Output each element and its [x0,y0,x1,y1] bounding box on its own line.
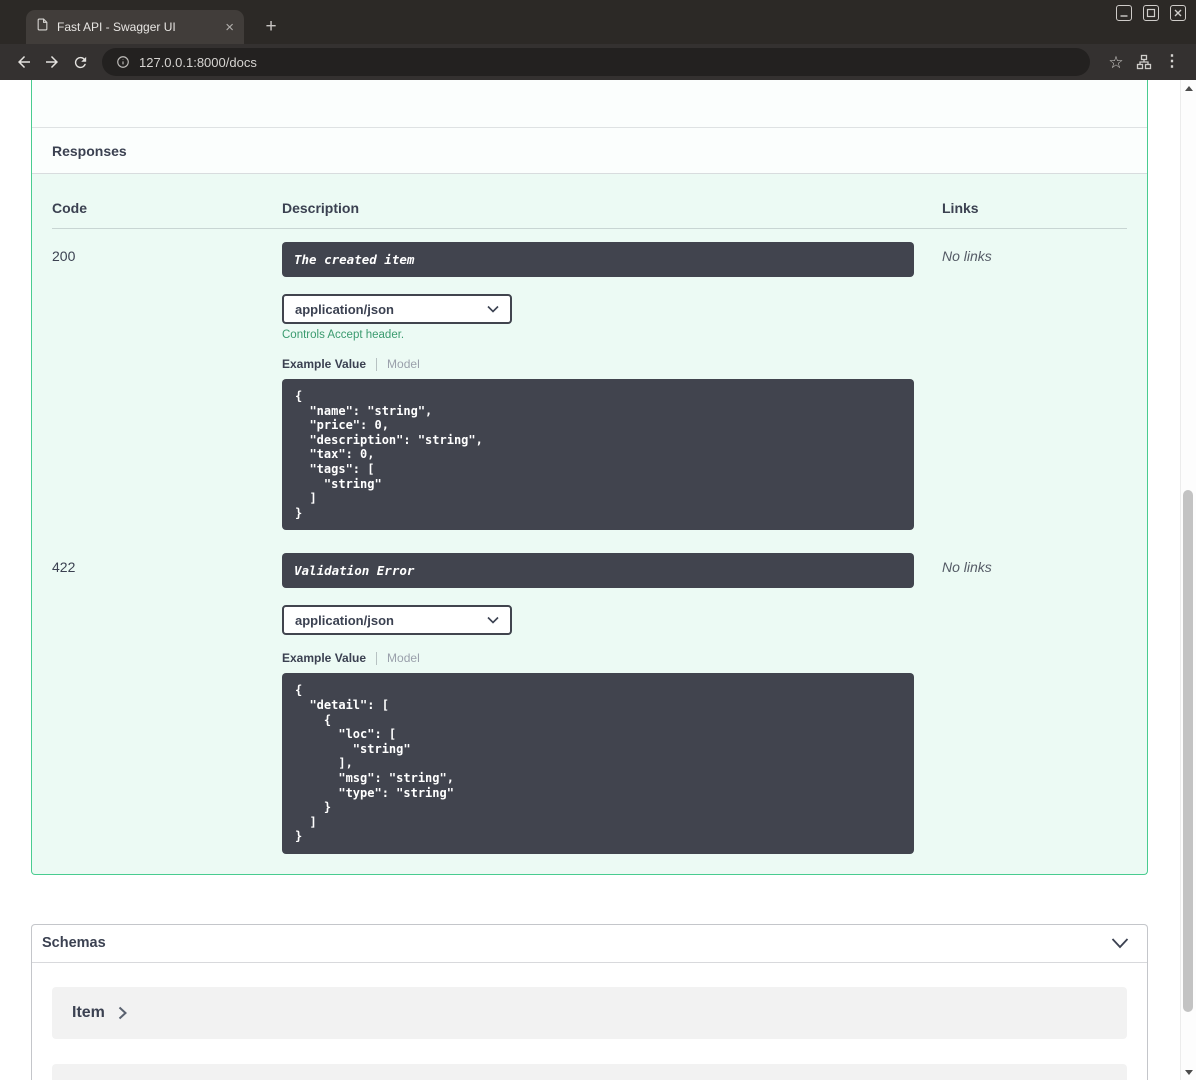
close-button[interactable] [1170,5,1186,21]
tab-example-value[interactable]: Example Value [282,651,366,665]
scroll-down-button[interactable] [1181,1064,1196,1080]
reload-icon [74,56,86,68]
responses-table: Code Description Links 200 The created i… [32,174,1147,874]
url-text: 127.0.0.1:8000/docs [139,54,257,70]
back-icon [18,56,30,68]
arrow-up-icon [1184,85,1193,91]
response-links: No links [942,559,992,576]
forward-button[interactable] [38,48,66,76]
responses-title: Responses [52,142,127,159]
window-controls [1116,5,1186,21]
chevron-right-icon [118,1006,127,1020]
col-description: Description [282,200,360,216]
extensions-button[interactable] [1130,48,1158,76]
model-item[interactable]: Item [52,986,1127,1039]
response-code: 200 [52,248,76,264]
opblock-body-spacer [32,80,1147,128]
browser-tab[interactable]: Fast API - Swagger UI × [26,10,244,44]
media-type-value: application/json [295,612,394,628]
chevron-down-icon [487,617,499,624]
response-row-422: 422 Validation Error application/json Ex… [52,540,1127,854]
example-json-code: { "name": "string", "price": 0, "descrip… [282,379,914,531]
responses-table-header: Code Description Links [52,174,1127,229]
schemas-body: Item ValidationError [32,963,1147,1080]
schemas-title: Schemas [42,935,106,952]
media-type-value: application/json [295,301,394,317]
schemas-header[interactable]: Schemas [32,925,1147,963]
example-json-code: { "detail": [ { "loc": [ "string" ], "ms… [282,673,914,854]
browser-menu-button[interactable]: ⋮ [1158,48,1186,76]
tab-separator [376,357,378,371]
new-tab-button[interactable]: + [258,14,284,40]
browser-window: Fast API - Swagger UI × + 127.0.0.1:8000… [0,0,1196,1080]
extensions-icon [1136,54,1152,70]
maximize-button[interactable] [1143,5,1159,21]
site-info-icon[interactable] [116,55,130,69]
browser-toolbar: 127.0.0.1:8000/docs ☆ ⋮ [0,44,1196,80]
controls-accept-note: Controls Accept header. [282,329,405,341]
chevron-down-icon [487,305,499,313]
content: Responses Code Description Links 200 The… [31,80,1148,1080]
tab-model[interactable]: Model [387,651,420,665]
star-icon: ☆ [1108,52,1124,72]
scrollbar[interactable] [1180,80,1196,1080]
model-validationerror[interactable]: ValidationError [52,1063,1127,1080]
titlebar: Fast API - Swagger UI × + [0,0,1196,44]
swagger-docs-page: Responses Code Description Links 200 The… [0,80,1196,1080]
chevron-down-icon[interactable] [1111,937,1129,949]
example-model-tabs: Example Value Model [282,357,942,371]
schemas-section: Schemas Item ValidationError [31,923,1148,1080]
response-description: Validation Error [282,553,914,589]
address-bar[interactable]: 127.0.0.1:8000/docs [102,48,1090,76]
response-description: The created item [282,242,914,277]
response-row-200: 200 The created item application/json Co… [52,229,1127,531]
response-description-cell: The created item application/json Contro… [282,242,942,531]
page-file-icon [36,17,49,37]
minimize-button[interactable] [1116,5,1132,21]
scrollbar-thumb[interactable] [1183,490,1193,1012]
responses-section-header: Responses [32,128,1147,174]
bookmark-star-button[interactable]: ☆ [1102,48,1130,76]
col-code: Code [52,200,87,216]
back-button[interactable] [10,48,38,76]
kebab-menu-icon: ⋮ [1164,53,1180,70]
forward-icon [46,56,58,68]
response-code: 422 [52,559,76,576]
response-links: No links [942,248,992,264]
tab-example-value[interactable]: Example Value [282,357,366,371]
scroll-up-button[interactable] [1181,80,1196,96]
tab-separator [376,651,378,665]
model-name: Item [72,1003,105,1021]
arrow-down-icon [1184,1069,1193,1075]
tab-close-icon[interactable]: × [223,20,236,35]
tab-model[interactable]: Model [387,357,420,371]
opblock-post: Responses Code Description Links 200 The… [31,80,1148,875]
col-links: Links [942,200,979,216]
media-type-select[interactable]: application/json [282,605,512,636]
reload-button[interactable] [66,48,94,76]
example-model-tabs: Example Value Model [282,651,942,665]
tab-title: Fast API - Swagger UI [57,20,176,34]
response-description-cell: Validation Error application/json Exampl… [282,553,942,854]
media-type-select[interactable]: application/json [282,294,512,324]
